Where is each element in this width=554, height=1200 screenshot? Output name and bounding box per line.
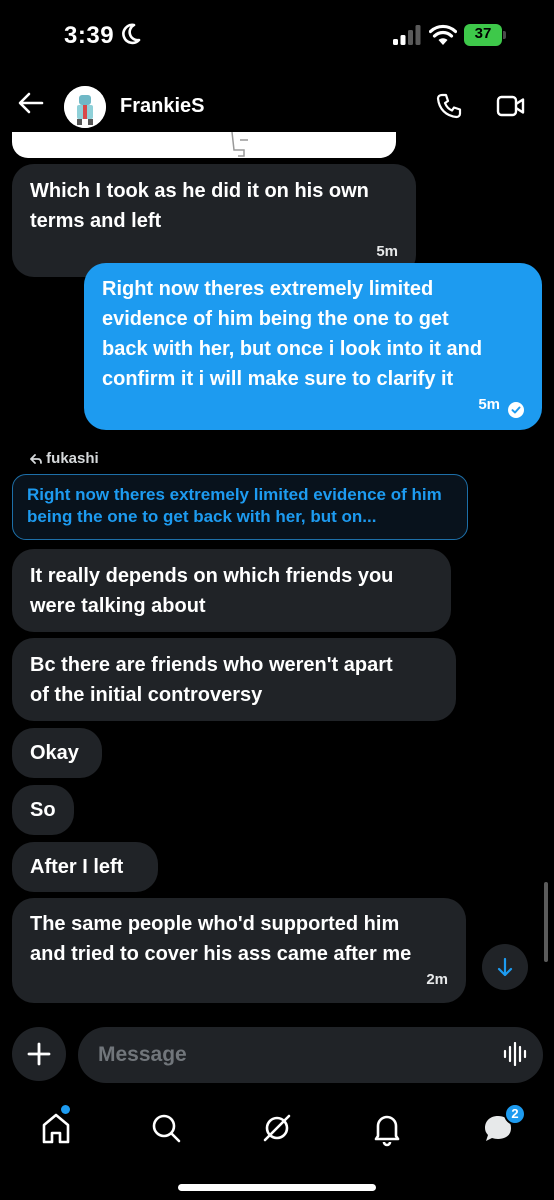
message-text: After I left <box>30 856 124 878</box>
quoted-message[interactable]: Right now theres extremely limited evide… <box>12 474 468 540</box>
messages-badge: 2 <box>504 1103 526 1125</box>
battery-level: 37 <box>474 25 492 42</box>
search-icon[interactable] <box>146 1108 186 1148</box>
avatar[interactable] <box>64 86 106 128</box>
avatar-image <box>64 86 106 128</box>
message-bubble-received[interactable]: Okay <box>12 728 102 778</box>
message-bubble-received[interactable]: Which I took as he did it on his own ter… <box>12 164 416 277</box>
home-notification-dot <box>61 1105 70 1114</box>
reply-label: fukashi <box>30 450 99 467</box>
message-timestamp: 5m <box>478 396 500 413</box>
composer <box>0 1025 554 1085</box>
message-text: Okay <box>30 742 79 764</box>
arrow-down-icon <box>497 957 513 977</box>
message-text: Bc there are friends who weren't apart o… <box>30 654 393 706</box>
bottom-tab-bar <box>0 1100 554 1160</box>
scroll-to-bottom-button[interactable] <box>482 944 528 990</box>
message-input[interactable] <box>78 1027 543 1083</box>
reply-author: fukashi <box>46 450 99 467</box>
plus-icon <box>27 1042 51 1066</box>
moon-icon <box>122 23 141 45</box>
message-bubble-sent[interactable]: Right now theres extremely limited evide… <box>84 263 542 430</box>
phone-icon[interactable] <box>435 92 463 120</box>
add-attachment-button[interactable] <box>12 1027 66 1081</box>
chat-header: FrankieS <box>0 70 554 132</box>
contact-name[interactable]: FrankieS <box>120 95 204 118</box>
message-text: Which I took as he did it on his own ter… <box>30 180 369 232</box>
message-text: The same people who'd supported him and … <box>30 913 412 965</box>
status-bar: 3:39 37 <box>0 0 554 70</box>
back-arrow-icon[interactable] <box>18 92 44 114</box>
quoted-text: Right now theres extremely limited evide… <box>27 485 442 526</box>
message-list[interactable]: Which I took as he did it on his own ter… <box>0 132 554 1010</box>
bell-icon[interactable] <box>367 1108 407 1148</box>
message-timestamp: 2m <box>426 971 448 988</box>
message-bubble-received[interactable]: After I left <box>12 842 158 892</box>
video-call-icon[interactable] <box>496 94 526 118</box>
image-attachment[interactable] <box>12 132 396 158</box>
battery-icon: 37 <box>464 24 506 46</box>
message-bubble-received[interactable]: So <box>12 785 74 835</box>
reply-icon <box>30 454 42 464</box>
message-bubble-received[interactable]: It really depends on which friends you w… <box>12 549 451 632</box>
signal-icon <box>393 25 421 45</box>
status-time: 3:39 <box>64 22 115 49</box>
wifi-icon <box>429 24 457 45</box>
home-icon[interactable] <box>36 1108 76 1148</box>
home-indicator <box>178 1184 376 1191</box>
grok-icon[interactable] <box>257 1108 297 1148</box>
voice-message-icon[interactable] <box>503 1042 527 1066</box>
scrollbar[interactable] <box>544 882 548 962</box>
message-text: Right now theres extremely limited evide… <box>102 278 483 390</box>
read-check-icon <box>508 402 524 418</box>
message-bubble-received[interactable]: Bc there are friends who weren't apart o… <box>12 638 456 721</box>
message-text: So <box>30 799 56 821</box>
message-text: It really depends on which friends you w… <box>30 565 394 617</box>
message-bubble-received[interactable]: The same people who'd supported him and … <box>12 898 466 1003</box>
